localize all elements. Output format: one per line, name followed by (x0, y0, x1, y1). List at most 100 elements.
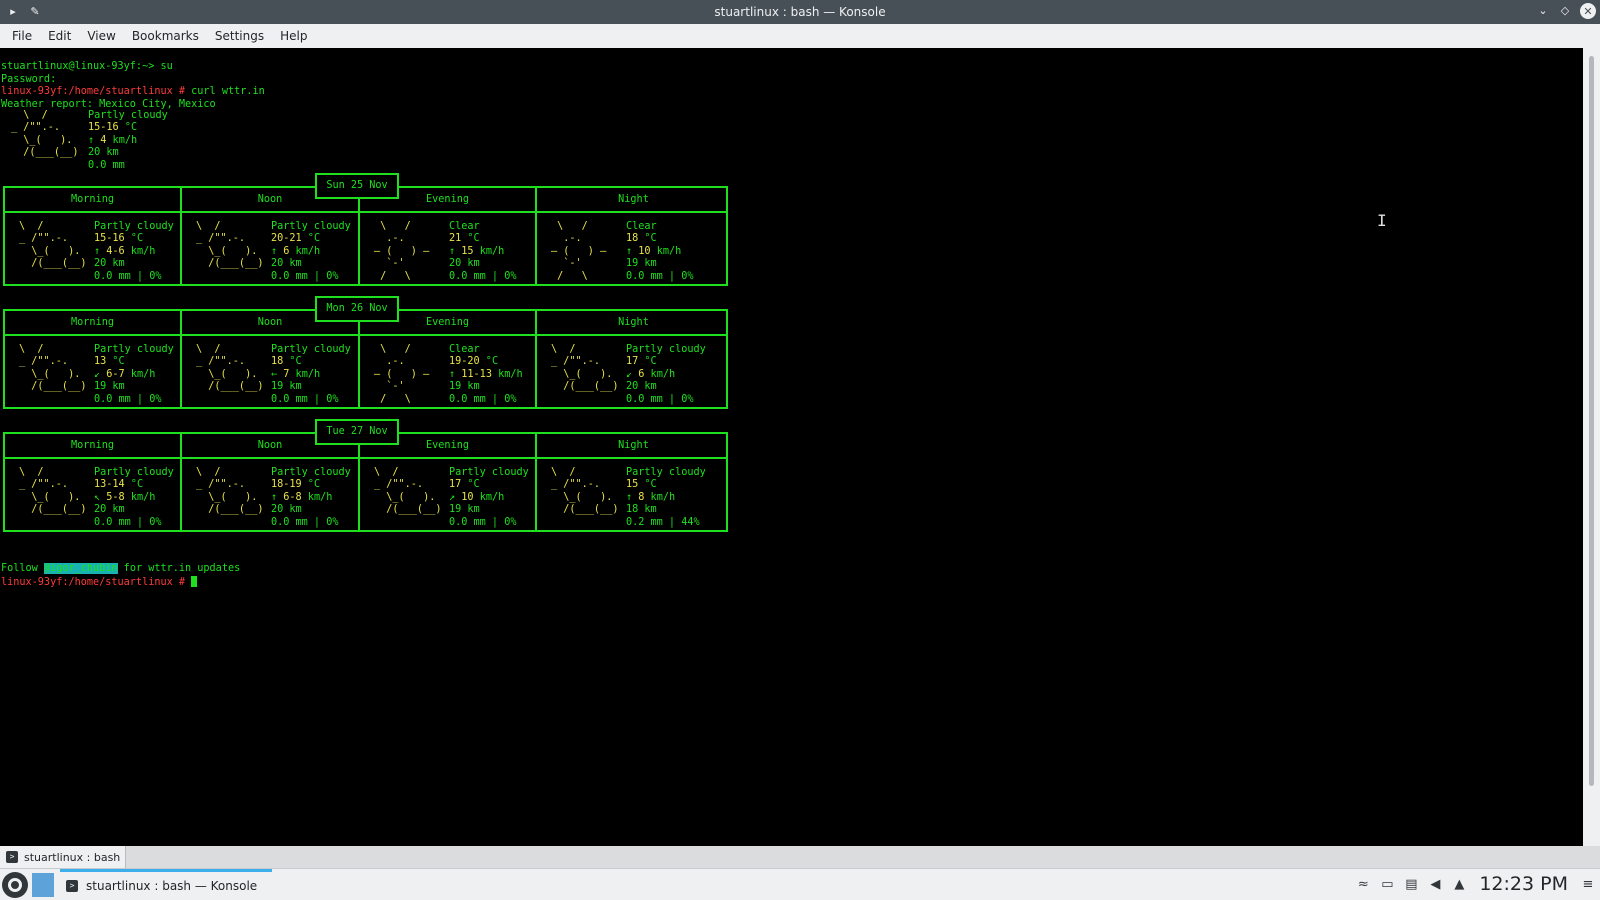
period-title: Morning (71, 317, 114, 328)
tab-bash[interactable]: > stuartlinux : bash (0, 846, 126, 868)
maximize-icon[interactable]: ◇ (1558, 3, 1572, 17)
temp-unit: °C (461, 233, 480, 245)
condition: Clear (626, 221, 657, 232)
wind-unit: km/h (301, 491, 333, 503)
forecast-period-night: Night \ / .-. ― ( ) ― `-' / \ Clear 18 °C… (537, 188, 730, 284)
wind-speed: 6-8 (283, 491, 302, 503)
partly-cloudy-ascii-icon: \ / _ /"".-. \_( ). /(___(__) (19, 221, 87, 270)
wifi-icon[interactable]: ≈ (1355, 877, 1371, 892)
terminal-icon: > (6, 851, 18, 863)
application-launcher-icon[interactable] (2, 872, 28, 898)
menu-edit[interactable]: Edit (40, 29, 79, 43)
expand-tray-icon[interactable]: ▲ (1451, 877, 1467, 892)
weather-report-title: Weather report: Mexico City, Mexico (1, 98, 216, 110)
visibility: 19 km (449, 381, 480, 393)
battery-icon[interactable]: ▭ (1379, 877, 1395, 892)
wind-direction-arrow: ↗ (449, 491, 456, 503)
period-title: Night (618, 194, 649, 205)
menu-file[interactable]: File (4, 29, 40, 43)
tab-label: stuartlinux : bash (24, 850, 121, 864)
close-icon[interactable]: ✕ (1580, 3, 1596, 19)
forecast-date-label: Mon 26 Nov (315, 296, 399, 322)
terminal-scrollbar[interactable] (1583, 48, 1600, 846)
temperature: 15 (626, 479, 639, 491)
forecast-period-evening: Evening \ / .-. ― ( ) ― `-' / \ Clear 21 … (360, 188, 537, 284)
visibility: 20 km (94, 258, 125, 270)
precipitation: 0.0 mm | 0% (94, 393, 162, 405)
menu-settings[interactable]: Settings (207, 29, 272, 43)
period-title: Morning (71, 440, 114, 451)
window-titlebar[interactable]: ▸ ✎ stuartlinux : bash — Konsole ⌄ ◇ ✕ (0, 0, 1600, 24)
wind-direction-arrow: ↑ (449, 368, 456, 380)
current-weather: \ / _ /"".-. \_( ). /(___(__) Partly clo… (0, 110, 200, 172)
terminal-area[interactable]: stuartlinux@linux-93yf:~> su Password: l… (0, 48, 1583, 846)
taskbar-task-konsole[interactable]: > stuartlinux : bash — Konsole (60, 869, 272, 899)
partly-cloudy-ascii-icon: \ / _ /"".-. \_( ). /(___(__) (19, 344, 87, 393)
temperature: 13 (94, 356, 107, 368)
condition: Partly cloudy (626, 467, 706, 478)
temp-unit: °C (638, 233, 657, 245)
temperature: 21 (449, 233, 462, 245)
temp-unit: °C (461, 479, 480, 491)
menu-view[interactable]: View (79, 29, 123, 43)
scrollbar-thumb[interactable] (1589, 56, 1594, 786)
forecast-period-morning: Morning \ / _ /"".-. \_( ). /(___(__) Part… (5, 434, 182, 530)
condition: Partly cloudy (94, 344, 174, 355)
forecast-period-night: Night \ / _ /"".-. \_( ). /(___(__) Partly… (537, 311, 730, 407)
condition: Partly cloudy (271, 467, 351, 478)
precipitation: 0.0 mm | 0% (449, 516, 517, 528)
temp-unit: °C (301, 479, 321, 491)
wind-speed: 10 (638, 245, 651, 257)
wind-unit: km/h (289, 245, 321, 257)
temp-unit: °C (638, 356, 657, 368)
wind-direction-arrow: ↑ (271, 245, 278, 257)
wind-unit: km/h (124, 245, 156, 257)
wind-direction-arrow: ↙ (626, 368, 633, 380)
volume-icon[interactable]: ◀ (1427, 877, 1443, 892)
forecast-date-label: Tue 27 Nov (315, 419, 399, 445)
visibility: 20 km (271, 258, 302, 270)
temperature: 17 (626, 356, 639, 368)
partly-cloudy-ascii-icon: \ / _ /"".-. \_( ). /(___(__) (551, 467, 619, 516)
clipboard-icon[interactable]: ▤ (1403, 877, 1419, 892)
menu-bookmarks[interactable]: Bookmarks (124, 29, 207, 43)
task-label: stuartlinux : bash — Konsole (86, 878, 258, 893)
temperature: 18 (271, 356, 284, 368)
sun-ascii-icon: \ / .-. ― ( ) ― `-' / \ (551, 221, 607, 282)
partly-cloudy-ascii-icon: \ / _ /"".-. \_( ). /(___(__) (19, 467, 87, 516)
temperature: 18 (626, 233, 639, 245)
forecast-period-morning: Morning \ / _ /"".-. \_( ). /(___(__) Part… (5, 311, 182, 407)
precipitation: 0.0 mm | 0% (94, 516, 162, 528)
forecast-day-table: Morning \ / _ /"".-. \_( ). /(___(__) Part… (3, 309, 728, 409)
desktop-pager[interactable] (32, 873, 54, 897)
partly-cloudy-ascii-icon: \ / _ /"".-. \_( ). /(___(__) (196, 467, 264, 516)
panel-menu-icon[interactable]: ≡ (1580, 877, 1596, 892)
clock[interactable]: 12:23 PM (1479, 873, 1568, 895)
condition: Clear (449, 221, 480, 232)
terminal-line-password: Password: (1, 73, 57, 85)
temperature: 13-14 (94, 479, 125, 491)
condition: Partly cloudy (271, 344, 351, 355)
wind-direction-arrow: ← (271, 368, 278, 380)
condition: Partly cloudy (626, 344, 706, 355)
minimize-icon[interactable]: ⌄ (1536, 3, 1550, 17)
precipitation: 0.0 mm | 0% (94, 270, 162, 282)
follow-text-suffix: for wttr.in updates (117, 563, 241, 575)
current-wind-unit: km/h (106, 134, 138, 146)
visibility: 20 km (449, 258, 480, 270)
menu-help[interactable]: Help (272, 29, 315, 43)
follow-link[interactable]: @igor_chubin (43, 563, 118, 575)
wind-direction-arrow: ↑ (271, 491, 278, 503)
follow-text-prefix: Follow (1, 563, 44, 575)
temperature: 17 (449, 479, 462, 491)
temperature: 15-16 (94, 233, 125, 245)
partly-cloudy-ascii-icon: \ / _ /"".-. \_( ). /(___(__) (551, 344, 619, 393)
forecast-period-morning: Morning \ / _ /"".-. \_( ). /(___(__) Part… (5, 188, 182, 284)
forecast-period-noon: Noon \ / _ /"".-. \_( ). /(___(__) Partly … (182, 188, 360, 284)
current-temp: 15-16 (88, 122, 119, 134)
mouse-ibeam-cursor-icon: I (1377, 211, 1387, 230)
forecast-period-evening: Evening \ / _ /"".-. \_( ). /(___(__) Part… (360, 434, 537, 530)
taskbar-panel: > stuartlinux : bash — Konsole ≈ ▭ ▤ ◀ ▲… (0, 868, 1600, 900)
period-title: Night (618, 317, 649, 328)
wind-direction-arrow: ↑ (626, 245, 633, 257)
